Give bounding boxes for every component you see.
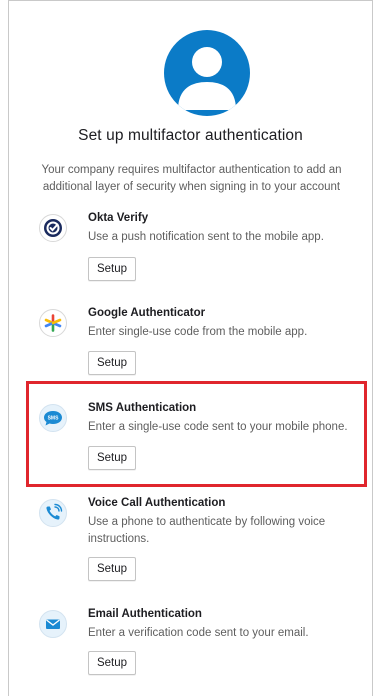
google-authenticator-icon — [39, 309, 67, 337]
phone-call-icon — [39, 499, 67, 527]
okta-verify-icon — [39, 214, 67, 242]
page-title: Set up multifactor authentication — [78, 127, 303, 144]
factor-name: Email Authentication — [88, 608, 202, 620]
factor-description: Use a phone to authenticate by following… — [88, 516, 326, 545]
factor-voice-call-authentication: Voice Call Authentication Use a phone to… — [31, 497, 371, 587]
factor-description: Enter a verification code sent to your e… — [88, 627, 309, 639]
factor-google-authenticator: Google Authenticator Enter single-use co… — [31, 307, 371, 377]
factor-name: Google Authenticator — [88, 307, 206, 319]
factor-name: Okta Verify — [88, 212, 149, 224]
email-icon — [39, 610, 67, 638]
sms-highlight-box — [26, 381, 367, 487]
google-authenticator-setup-button[interactable]: Setup — [88, 351, 136, 375]
user-avatar-icon — [164, 30, 250, 116]
factor-description: Enter single-use code from the mobile ap… — [88, 326, 308, 338]
factor-okta-verify: Okta Verify Use a push notification sent… — [31, 212, 371, 282]
voice-call-setup-button[interactable]: Setup — [88, 557, 136, 581]
page-description: Your company requires multifactor authen… — [41, 164, 342, 193]
okta-verify-setup-button[interactable]: Setup — [88, 257, 136, 281]
factor-email-authentication: Email Authentication Enter a verificatio… — [31, 608, 371, 678]
email-setup-button[interactable]: Setup — [88, 651, 136, 675]
factor-description: Use a push notification sent to the mobi… — [88, 231, 324, 243]
mfa-setup-panel: Set up multifactor authentication Your c… — [8, 0, 373, 696]
factor-name: Voice Call Authentication — [88, 497, 226, 509]
